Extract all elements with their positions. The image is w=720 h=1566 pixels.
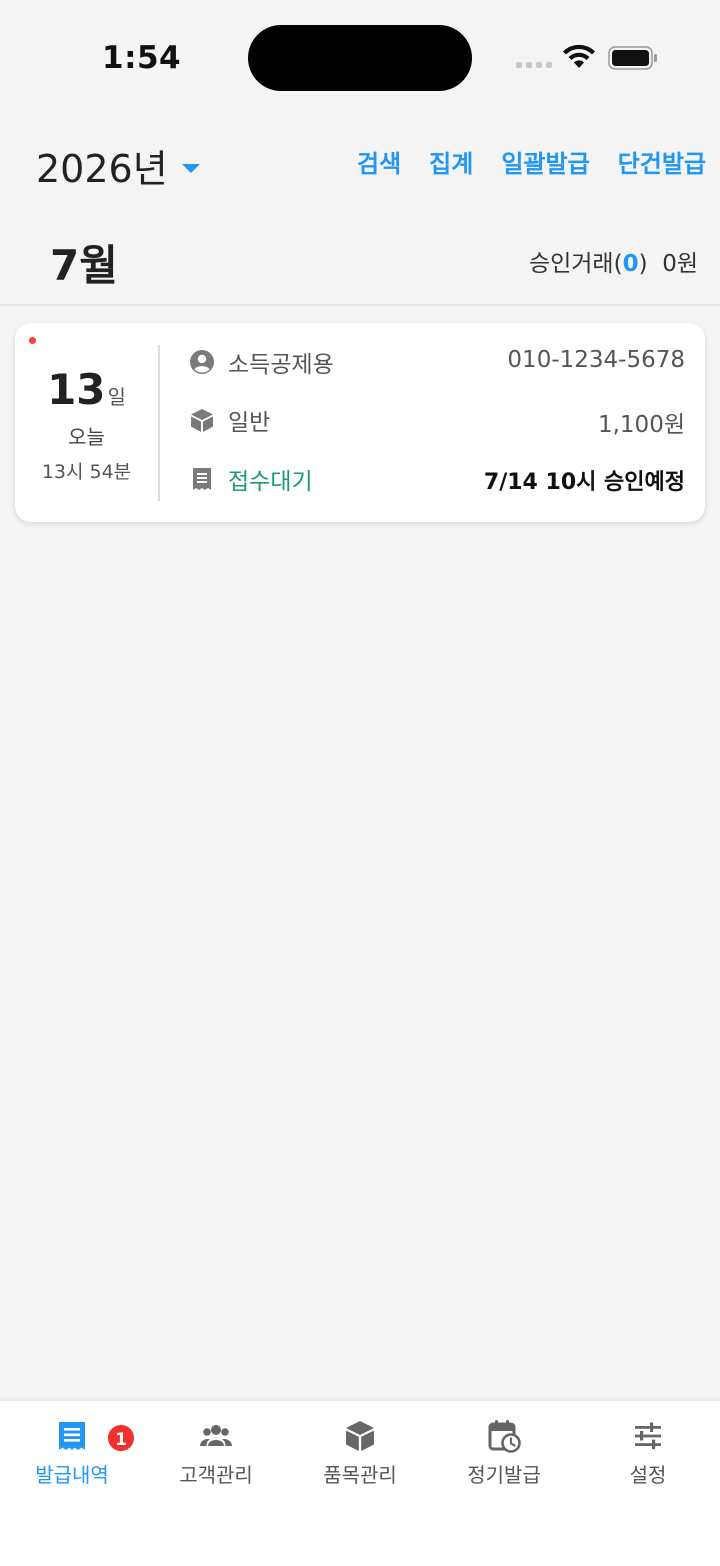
batch-issue-button[interactable]: 일괄발급 <box>501 144 589 179</box>
day-unit: 일 <box>107 385 126 409</box>
receipt-icon <box>193 468 211 490</box>
status-row: 접수대기 7/14 10시 승인예정 <box>189 462 685 496</box>
nav-label: 고객관리 <box>179 1463 253 1487</box>
relative-day: 오늘 <box>68 425 105 449</box>
wifi-icon <box>563 44 595 68</box>
approved-label-suffix: ) <box>638 251 648 277</box>
person-icon <box>190 350 214 374</box>
approved-amount: 0원 <box>662 251 698 277</box>
box-icon <box>346 1421 374 1451</box>
month-row: 7월 승인거래(0) 0원 <box>0 206 720 304</box>
nav-label: 품목관리 <box>323 1463 397 1487</box>
single-issue-button[interactable]: 단건발급 <box>618 144 706 179</box>
nav-item-recurring[interactable]: 정기발급 <box>432 1419 576 1499</box>
receipt-date: 13 일 오늘 13시 54분 <box>15 323 158 522</box>
header-actions: 검색 집계 일괄발급 단건발급 <box>357 144 706 179</box>
year-label: 2026년 <box>36 147 168 191</box>
calendar-clock-icon <box>488 1420 521 1453</box>
approved-summary: 승인거래(0) 0원 <box>529 244 698 278</box>
nav-item-customers[interactable]: 고객관리 <box>144 1419 288 1499</box>
card-divider <box>158 345 160 501</box>
battery-icon <box>608 46 657 70</box>
day-line: 13 일 <box>15 365 158 414</box>
people-icon <box>200 1425 232 1446</box>
search-button[interactable]: 검색 <box>357 144 401 179</box>
month-title: 7월 <box>50 241 118 290</box>
nav-label: 설정 <box>629 1463 667 1487</box>
receipt-card[interactable]: 13 일 오늘 13시 54분 소득공제용 010-1234-5678 일반 1,… <box>15 323 705 522</box>
sliders-icon <box>635 1422 661 1450</box>
receipt-time: 13시 54분 <box>41 461 132 483</box>
nav-label: 정기발급 <box>467 1463 541 1487</box>
caret-down-icon <box>181 164 200 173</box>
divider <box>0 304 720 306</box>
dynamic-island <box>248 25 472 91</box>
amount: 1,100원 <box>597 412 685 438</box>
status-label: 접수대기 <box>228 469 313 495</box>
status-time: 1:54 <box>102 40 182 76</box>
nav-label: 발급내역 <box>35 1463 109 1487</box>
status-bar: 1:54 <box>0 0 720 116</box>
receipt-icon <box>59 1422 85 1450</box>
item-type: 일반 <box>228 410 271 436</box>
cellular-signal-icon <box>516 62 552 68</box>
nav-item-issue-history[interactable]: 발급내역 1 <box>0 1419 144 1499</box>
nav-item-settings[interactable]: 설정 <box>576 1419 720 1499</box>
day-number: 13 <box>47 365 106 414</box>
summary-button[interactable]: 집계 <box>429 144 473 179</box>
approved-label-prefix: 승인거래( <box>528 251 623 277</box>
scheduled-approval: 7/14 10시 승인예정 <box>483 470 685 495</box>
item-row: 일반 1,100원 <box>189 403 685 438</box>
bottom-nav: 발급내역 1 고객관리 품목관리 정기발급 설정 <box>0 1401 720 1566</box>
phone-number: 010-1234-5678 <box>507 347 685 373</box>
home-indicator <box>230 1543 490 1551</box>
nav-item-products[interactable]: 품목관리 <box>288 1419 432 1499</box>
purpose-label: 소득공제용 <box>228 352 334 378</box>
purpose-row: 소득공제용 010-1234-5678 <box>189 345 685 379</box>
header: 2026년 검색 집계 일괄발급 단건발급 <box>0 116 720 206</box>
box-icon <box>191 409 213 432</box>
approved-count: 0 <box>622 251 639 277</box>
notification-badge: 1 <box>106 1423 136 1453</box>
year-selector[interactable]: 2026년 <box>36 138 200 193</box>
